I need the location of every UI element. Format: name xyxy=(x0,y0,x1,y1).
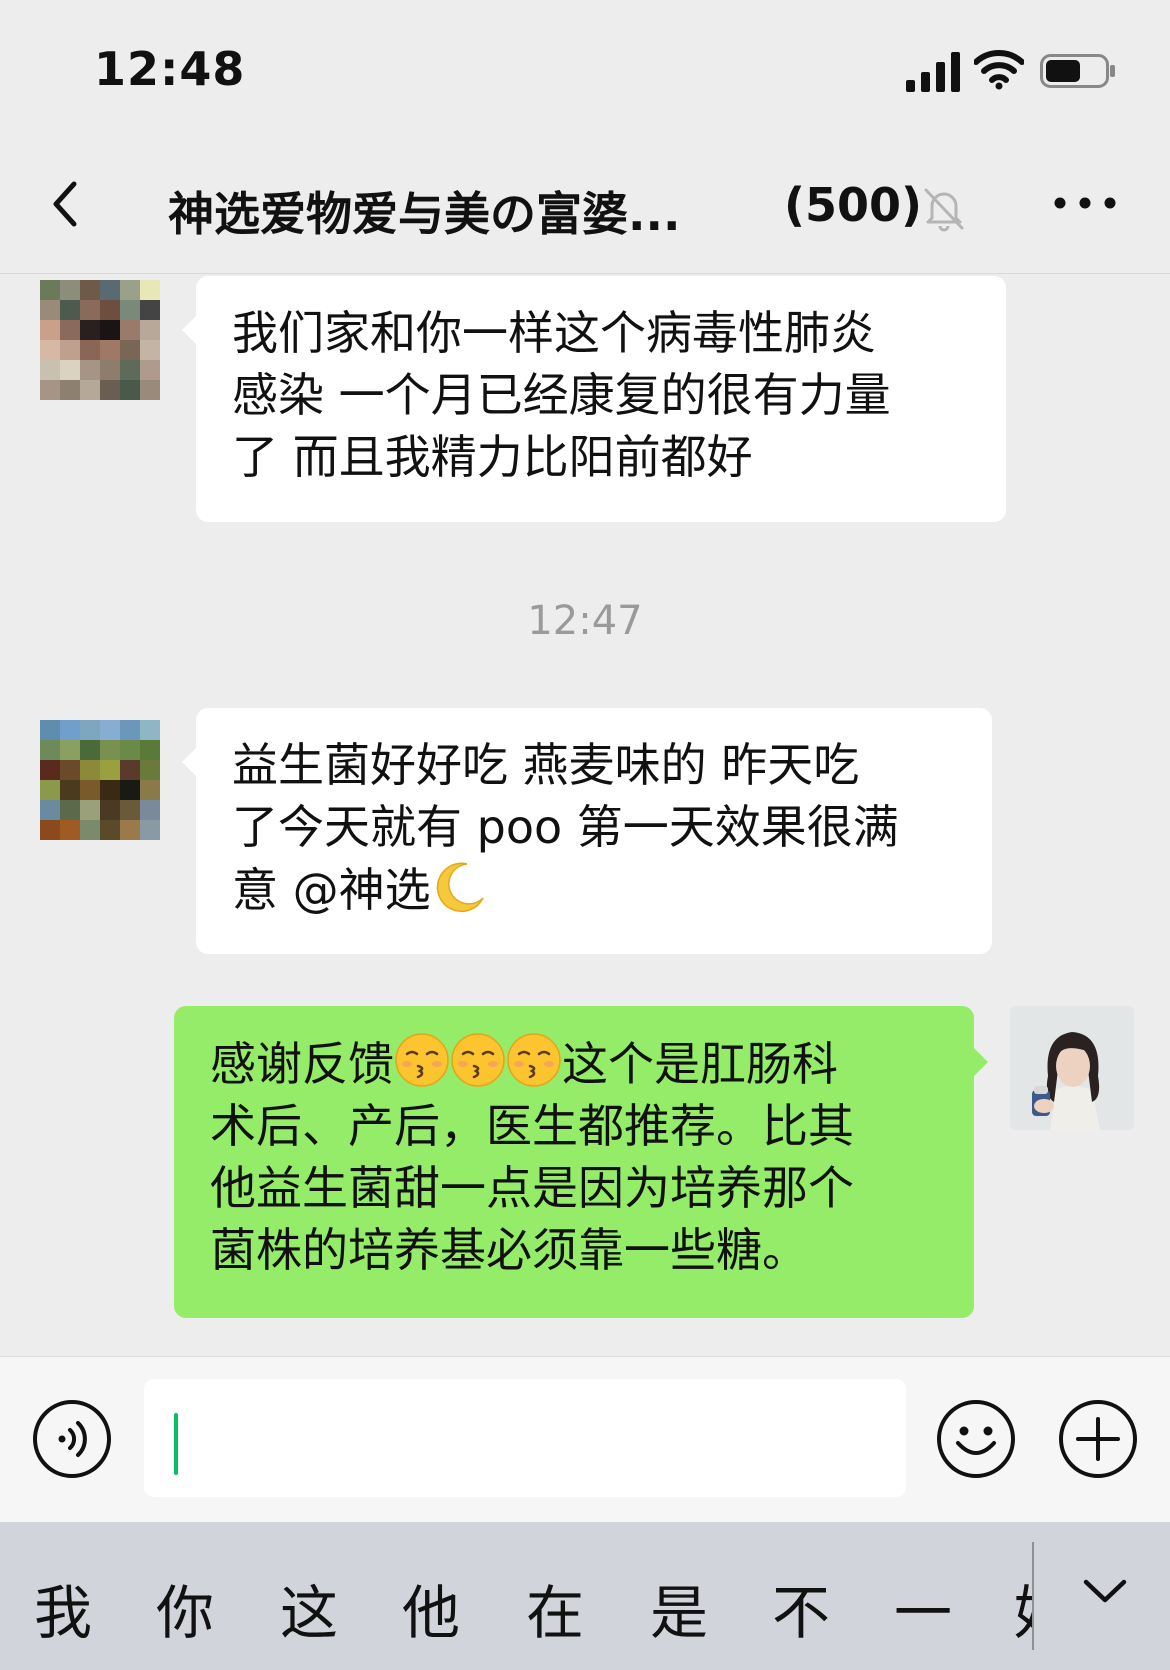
crescent-moon-emoji xyxy=(436,862,484,913)
message-text: 这个是肛肠科 xyxy=(562,1037,838,1091)
signal-icon xyxy=(906,52,960,92)
suggestion-item[interactable]: 这 xyxy=(280,1566,338,1650)
more-icon[interactable] xyxy=(1052,188,1118,218)
self-avatar[interactable] xyxy=(1010,1006,1134,1130)
kissing-face-emoji xyxy=(451,1033,505,1087)
keyboard-suggestion-bar: 我 你 这 他 在 是 不 一 好 xyxy=(0,1522,1170,1670)
suggestion-item[interactable]: 不 xyxy=(772,1566,830,1650)
timestamp: 12:47 xyxy=(527,598,643,644)
chat-header: 神选爱物爱与美の富婆... (500) xyxy=(0,140,1170,274)
message-line: 了今天就有 poo 第一天效果很满 xyxy=(232,800,899,854)
chat-title[interactable]: 神选爱物爱与美の富婆... xyxy=(168,178,680,244)
suggestion-item[interactable]: 我 xyxy=(34,1566,92,1650)
message-line-with-emoji: 意 @神选 xyxy=(232,858,956,921)
message-bubble[interactable]: 感谢反馈 这个是肛肠科 术后、产后，医生都推荐。比其 他益生菌甜一点是因为培养那… xyxy=(174,1006,988,1318)
suggestion-item[interactable]: 好 xyxy=(1014,1566,1032,1650)
message-input[interactable] xyxy=(144,1379,906,1497)
suggestion-item[interactable]: 一 xyxy=(894,1566,952,1650)
avatar-photo xyxy=(1010,1006,1134,1130)
message-line: 我们家和你一样这个病毒性肺炎 xyxy=(232,306,876,360)
battery-icon xyxy=(1040,54,1115,88)
collapse-icon[interactable] xyxy=(1082,1574,1128,1610)
message-line: 益生菌好好吃 燕麦味的 昨天吃 xyxy=(232,738,860,792)
avatar[interactable] xyxy=(40,280,160,400)
suggestion-item[interactable]: 是 xyxy=(650,1566,708,1650)
divider xyxy=(1032,1542,1034,1650)
plus-icon[interactable] xyxy=(1058,1399,1138,1479)
message-text: 感谢反馈 xyxy=(210,1037,394,1091)
kissing-face-emoji xyxy=(395,1033,449,1087)
message-bubble[interactable]: 我们家和你一样这个病毒性肺炎 感染 一个月已经康复的很有力量 了 而且我精力比阳… xyxy=(182,276,1006,522)
message-line-with-emoji: 感谢反馈 这个是肛肠科 xyxy=(210,1032,938,1095)
status-bar: 12:48 xyxy=(0,0,1170,140)
message-line: 了 而且我精力比阳前都好 xyxy=(232,430,753,484)
wifi-icon xyxy=(974,50,1024,90)
message-line: 菌株的培养基必须靠一些糖。 xyxy=(210,1223,808,1277)
suggestion-item[interactable]: 在 xyxy=(526,1566,584,1650)
back-icon[interactable] xyxy=(44,174,88,234)
status-time: 12:48 xyxy=(94,42,246,96)
suggestion-item[interactable]: 他 xyxy=(402,1566,460,1650)
emoji-icon[interactable] xyxy=(936,1399,1016,1479)
message-bubble[interactable]: 益生菌好好吃 燕麦味的 昨天吃 了今天就有 poo 第一天效果很满 意 @神选 xyxy=(182,708,992,954)
voice-icon[interactable] xyxy=(32,1399,112,1479)
avatar[interactable] xyxy=(40,720,160,840)
chat-screen: 12:48 神选爱物爱与美の富婆... (500) 我们家和你一样这个病毒性肺炎… xyxy=(0,0,1170,1670)
text-caret xyxy=(174,1413,178,1475)
mute-icon xyxy=(924,188,964,232)
kissing-face-emoji xyxy=(507,1033,561,1087)
member-count: (500) xyxy=(784,178,923,232)
message-line: 意 @神选 xyxy=(232,863,431,917)
message-line: 他益生菌甜一点是因为培养那个 xyxy=(210,1161,854,1215)
message-line: 感染 一个月已经康复的很有力量 xyxy=(232,368,891,422)
suggestion-item[interactable]: 你 xyxy=(156,1566,214,1650)
message-line: 术后、产后，医生都推荐。比其 xyxy=(210,1099,854,1153)
input-bar xyxy=(0,1356,1170,1522)
